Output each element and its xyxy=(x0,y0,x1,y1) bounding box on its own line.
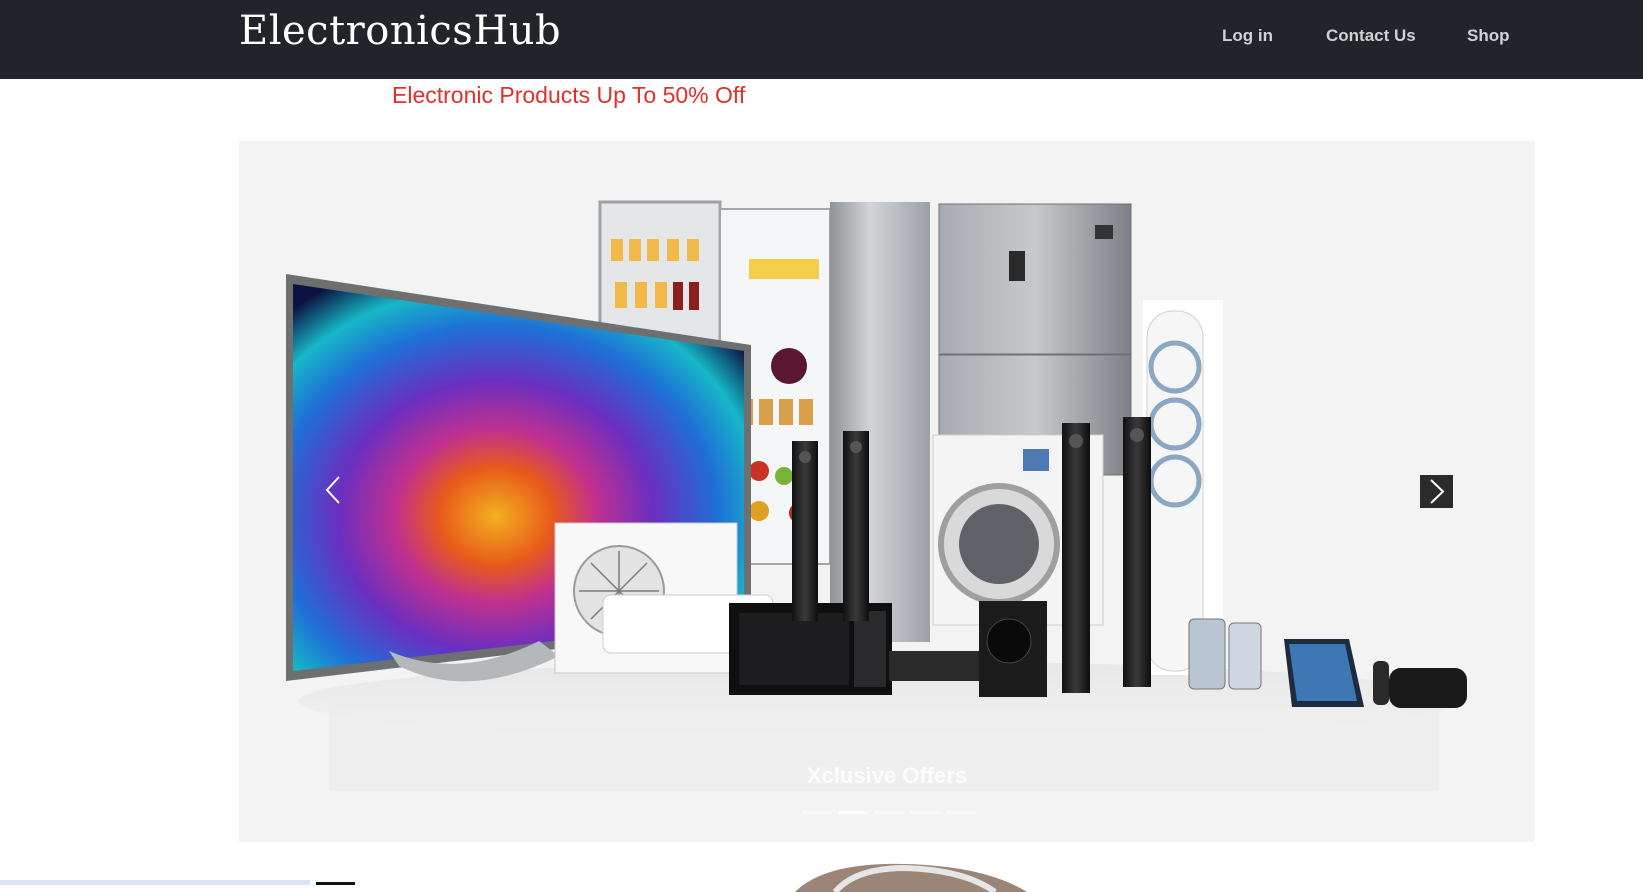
chevron-left-icon[interactable] xyxy=(317,473,351,507)
indicator-2[interactable] xyxy=(838,811,868,814)
carousel-indicators xyxy=(802,811,976,815)
nav-login-link[interactable]: Log in xyxy=(1222,26,1273,46)
promo-banner-text: Electronic Products Up To 50% Off xyxy=(392,82,746,108)
nav-contact-link[interactable]: Contact Us xyxy=(1326,26,1416,46)
chevron-right-icon xyxy=(1430,479,1445,504)
nav-shop-link[interactable]: Shop xyxy=(1467,26,1510,46)
bottom-input-field[interactable] xyxy=(0,880,310,885)
indicator-3[interactable] xyxy=(874,811,904,814)
brand-logo[interactable]: ElectronicsHub xyxy=(239,8,561,54)
slide-image xyxy=(286,200,1467,791)
product-image-partial xyxy=(795,863,1027,892)
carousel-next-button[interactable] xyxy=(1420,475,1453,508)
hero-carousel: Xclusive Offers xyxy=(239,141,1535,842)
indicator-1[interactable] xyxy=(802,811,832,814)
indicator-5[interactable] xyxy=(946,811,976,814)
indicator-4[interactable] xyxy=(910,811,940,814)
slide-caption: Xclusive Offers xyxy=(806,763,968,788)
top-navbar: ElectronicsHub Log in Contact Us Shop xyxy=(0,0,1643,79)
